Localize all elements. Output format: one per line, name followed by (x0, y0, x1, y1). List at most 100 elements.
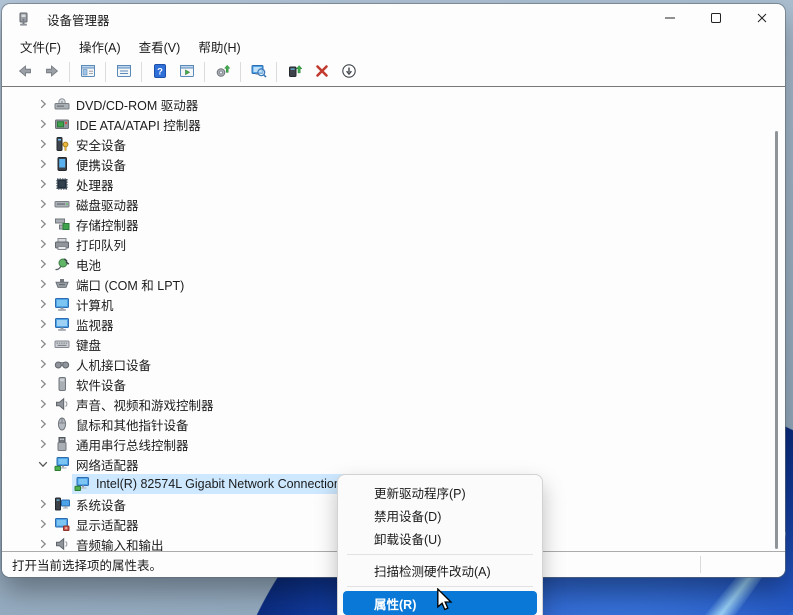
tree-item[interactable]: 安全设备 (2, 134, 785, 154)
disable-device-button[interactable] (335, 60, 362, 84)
tree-item-label: 端口 (COM 和 LPT) (76, 275, 184, 294)
tree-node[interactable]: 端口 (COM 和 LPT) (52, 274, 192, 294)
tree-node-selected[interactable]: Intel(R) 82574L Gigabit Network Connecti… (72, 474, 349, 494)
tree-item-label: 系统设备 (76, 495, 126, 514)
tree-node[interactable]: 安全设备 (52, 134, 134, 154)
chevron-right-icon[interactable] (34, 216, 52, 232)
tree-item[interactable]: 处理器 (2, 174, 785, 194)
chevron-right-icon[interactable] (34, 316, 52, 332)
chevron-right-icon[interactable] (34, 96, 52, 112)
chevron-right-icon[interactable] (34, 536, 52, 551)
tree-node[interactable]: 电池 (52, 254, 109, 274)
tree-node[interactable]: 声音、视频和游戏控制器 (52, 394, 222, 414)
tree-item[interactable]: 人机接口设备 (2, 354, 785, 374)
chevron-right-icon[interactable] (34, 296, 52, 312)
tree-item[interactable]: 鼠标和其他指针设备 (2, 414, 785, 434)
toolbar-separator (141, 62, 142, 82)
tree-item[interactable]: 磁盘驱动器 (2, 194, 785, 214)
show-console-tree-button[interactable] (74, 60, 101, 84)
tree-node[interactable]: 通用串行总线控制器 (52, 434, 197, 454)
chevron-right-icon[interactable] (34, 356, 52, 372)
show-action-pane-button[interactable] (173, 60, 200, 84)
battery-plug-icon (54, 256, 71, 272)
tree-node[interactable]: 处理器 (52, 174, 122, 194)
tree-node[interactable]: IDE ATA/ATAPI 控制器 (52, 114, 209, 134)
chevron-right-icon[interactable] (34, 116, 52, 132)
tree-item-label: 声音、视频和游戏控制器 (76, 395, 214, 414)
menu-file[interactable]: 文件(F) (11, 34, 70, 59)
minimize-button[interactable] (647, 4, 693, 34)
maximize-button[interactable] (693, 4, 739, 34)
tree-item[interactable]: 存储控制器 (2, 214, 785, 234)
tree-item[interactable]: DVD/CD-ROM 驱动器 (2, 94, 785, 114)
red-x-icon (314, 63, 330, 82)
tree-node[interactable]: 磁盘驱动器 (52, 194, 147, 214)
chevron-right-icon[interactable] (34, 416, 52, 432)
chevron-right-icon[interactable] (34, 176, 52, 192)
tree-item[interactable]: 通用串行总线控制器 (2, 434, 785, 454)
tree-node[interactable]: 软件设备 (52, 374, 134, 394)
chevron-right-icon[interactable] (34, 236, 52, 252)
tree-item[interactable]: 打印队列 (2, 234, 785, 254)
tree-item[interactable]: IDE ATA/ATAPI 控制器 (2, 114, 785, 134)
uninstall-device-button[interactable] (308, 60, 335, 84)
tree-item[interactable]: 网络适配器 (2, 454, 785, 474)
context-menu-item[interactable]: 更新驱动程序(P) (338, 481, 542, 504)
context-menu-item[interactable]: 扫描检测硬件改动(A) (338, 559, 542, 582)
chevron-right-icon[interactable] (34, 256, 52, 272)
tree-item-label: 安全设备 (76, 135, 126, 154)
usb-controller-icon (54, 436, 71, 452)
context-menu-item[interactable]: 卸载设备(U) (338, 527, 542, 550)
tree-node[interactable]: 网络适配器 (52, 454, 147, 474)
chevron-right-icon[interactable] (34, 196, 52, 212)
chevron-right-icon[interactable] (34, 276, 52, 292)
forward-button[interactable] (38, 60, 65, 84)
update-driver-software-button[interactable] (209, 60, 236, 84)
tree-item[interactable]: 声音、视频和游戏控制器 (2, 394, 785, 414)
tree-node[interactable]: 打印队列 (52, 234, 134, 254)
chevron-right-icon[interactable] (34, 516, 52, 532)
title-bar[interactable]: 设备管理器 (2, 4, 785, 34)
tree-item[interactable]: 监视器 (2, 314, 785, 334)
tree-item[interactable]: 计算机 (2, 294, 785, 314)
tree-node[interactable]: 鼠标和其他指针设备 (52, 414, 197, 434)
context-menu-item[interactable]: 禁用设备(D) (338, 504, 542, 527)
chevron-right-icon[interactable] (34, 376, 52, 392)
chevron-right-icon[interactable] (34, 496, 52, 512)
processor-icon (54, 176, 71, 192)
properties-button[interactable] (110, 60, 137, 84)
tree-node[interactable]: DVD/CD-ROM 驱动器 (52, 94, 206, 114)
tree-node[interactable]: 键盘 (52, 334, 109, 354)
tree-item-label: 网络适配器 (76, 455, 139, 474)
chevron-right-icon[interactable] (34, 336, 52, 352)
tree-node[interactable]: 便携设备 (52, 154, 134, 174)
tree-node[interactable]: 存储控制器 (52, 214, 147, 234)
update-driver-button[interactable] (281, 60, 308, 84)
menu-help[interactable]: 帮助(H) (189, 34, 249, 59)
tree-node[interactable]: 系统设备 (52, 494, 134, 514)
scan-hardware-changes-button[interactable] (245, 60, 272, 84)
tree-node[interactable]: 显示适配器 (52, 514, 147, 534)
chevron-right-icon[interactable] (34, 136, 52, 152)
tree-node[interactable]: 计算机 (52, 294, 122, 314)
help-button[interactable]: ? (146, 60, 173, 84)
tree-item[interactable]: 电池 (2, 254, 785, 274)
tree-item[interactable]: 软件设备 (2, 374, 785, 394)
chevron-right-icon[interactable] (34, 396, 52, 412)
menu-view[interactable]: 查看(V) (130, 34, 190, 59)
device-up-arrow-icon (287, 63, 303, 82)
chevron-right-icon[interactable] (34, 436, 52, 452)
chevron-right-icon[interactable] (34, 156, 52, 172)
back-button[interactable] (11, 60, 38, 84)
tree-node[interactable]: 音频输入和输出 (52, 534, 172, 551)
caption-buttons (647, 4, 785, 34)
tree-node[interactable]: 监视器 (52, 314, 122, 334)
close-button[interactable] (739, 4, 785, 34)
tree-item[interactable]: 便携设备 (2, 154, 785, 174)
menu-action[interactable]: 操作(A) (70, 34, 130, 59)
tree-item[interactable]: 键盘 (2, 334, 785, 354)
chevron-down-icon[interactable] (34, 456, 52, 472)
tree-scrollbar[interactable] (775, 131, 778, 549)
tree-node[interactable]: 人机接口设备 (52, 354, 159, 374)
tree-item[interactable]: 端口 (COM 和 LPT) (2, 274, 785, 294)
